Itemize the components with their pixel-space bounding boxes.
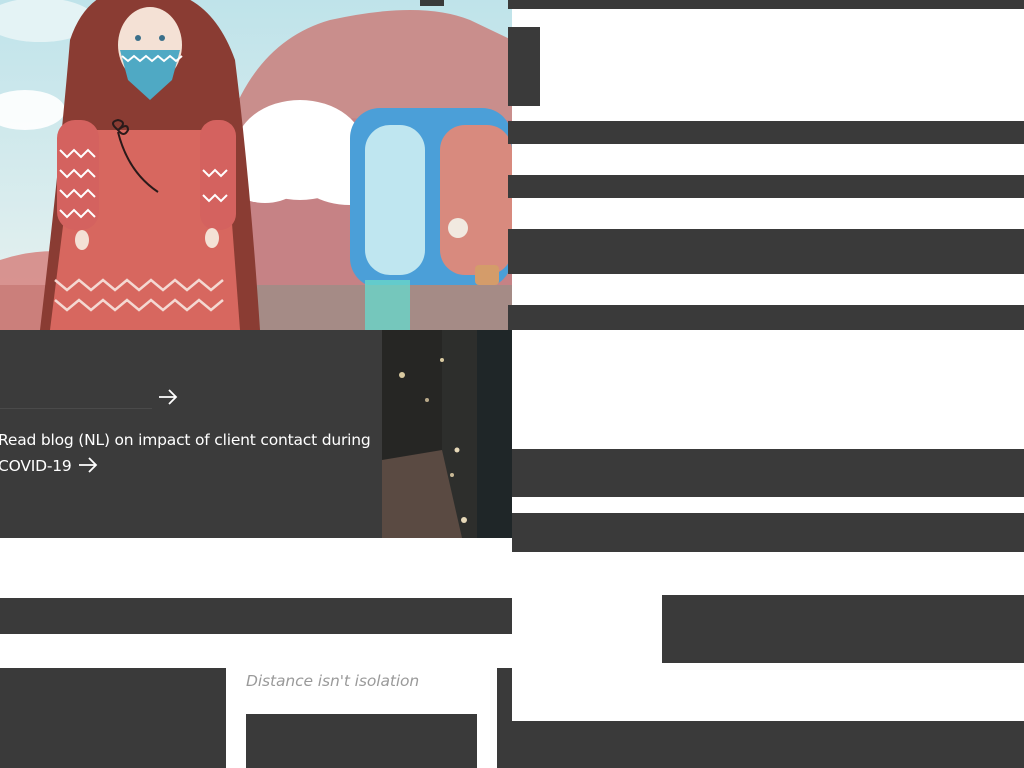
blog-link[interactable]: Read blog (NL) on impact of client conta…	[0, 427, 378, 483]
arrow-right-icon	[76, 455, 100, 483]
content-placeholder-bar	[0, 598, 512, 634]
arrow-right-icon[interactable]	[156, 385, 180, 409]
text-placeholder-bar	[512, 449, 1024, 497]
blog-promo-card[interactable]: Read blog (NL) on impact of client conta…	[0, 330, 512, 538]
hero-illustration	[0, 0, 512, 330]
button-placeholder	[662, 595, 1024, 663]
promo-photo-art	[382, 330, 512, 538]
heading-placeholder-bar	[508, 229, 1024, 274]
nav-placeholder-bar	[508, 175, 1024, 198]
promo-photo	[382, 330, 512, 538]
article-tagline: Distance isn't isolation	[246, 672, 420, 690]
footer-placeholder-bar	[512, 721, 1024, 768]
text-placeholder-bar	[508, 305, 1024, 330]
side-placeholder	[497, 668, 512, 768]
promo-divider	[0, 408, 152, 409]
text-placeholder-bar	[512, 513, 1024, 552]
article-image-placeholder	[0, 668, 226, 768]
nav-placeholder-bar	[508, 121, 1024, 144]
hero-illustration-art	[0, 0, 512, 330]
logo-placeholder	[508, 27, 540, 106]
article-text-placeholder	[246, 714, 477, 768]
blog-link-label: Read blog (NL) on impact of client conta…	[0, 431, 371, 475]
header-bar	[508, 0, 1024, 9]
